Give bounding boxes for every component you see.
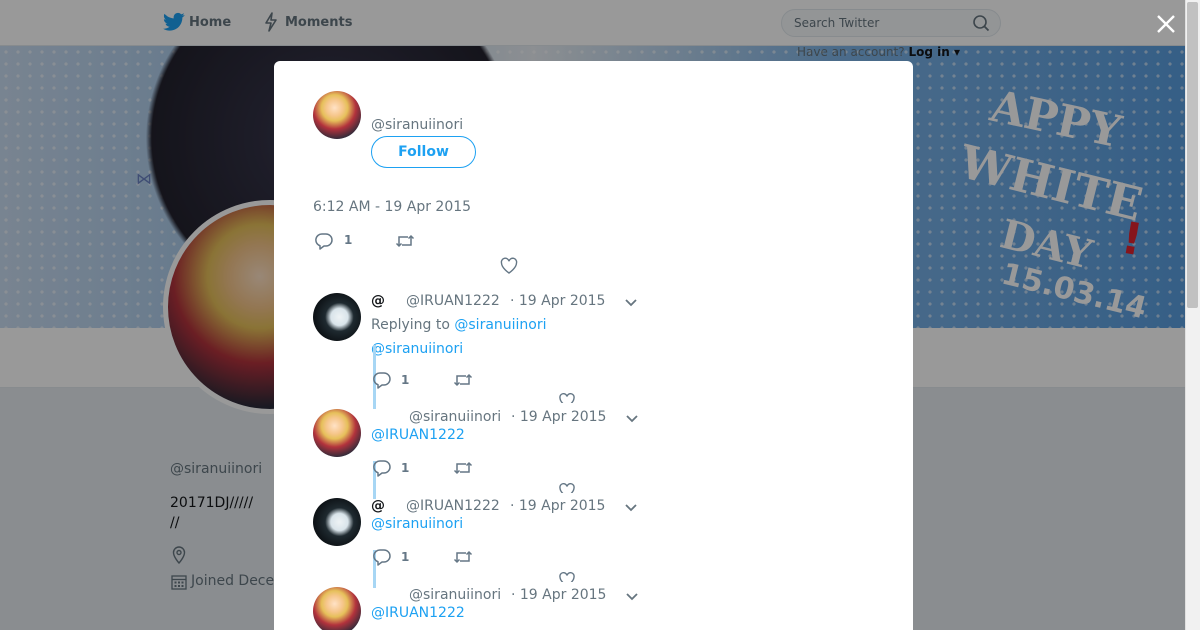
reply-tweet[interactable]: @siranuiinori · 19 Apr 2015 @IRUAN1222 bbox=[313, 587, 873, 630]
tweet-author-avatar[interactable] bbox=[313, 91, 361, 139]
chevron-down-icon[interactable] bbox=[625, 413, 639, 425]
reply-count: 1 bbox=[401, 550, 410, 564]
reply-tweet[interactable]: @ @IRUAN1222 · 19 Apr 2015 Replying to @… bbox=[313, 293, 873, 409]
tweet-modal: @siranuiinori Follow 6:12 AM - 19 Apr 20… bbox=[274, 61, 913, 630]
tweet-author-handle[interactable]: @siranuiinori bbox=[371, 117, 463, 133]
reply-text[interactable]: @siranuiinori bbox=[371, 516, 463, 532]
reply-avatar[interactable] bbox=[313, 409, 361, 457]
reply-avatar[interactable] bbox=[313, 293, 361, 341]
reply-display-name[interactable]: @ bbox=[371, 293, 385, 309]
heart-icon[interactable] bbox=[559, 572, 575, 582]
reply-tweet[interactable]: @ @IRUAN1222 · 19 Apr 2015 @siranuiinori… bbox=[313, 498, 873, 588]
reply-date[interactable]: · 19 Apr 2015 bbox=[510, 498, 605, 514]
reply-icon[interactable] bbox=[373, 459, 391, 477]
reply-date[interactable]: · 19 Apr 2015 bbox=[511, 587, 606, 603]
reply-date[interactable]: · 19 Apr 2015 bbox=[510, 293, 605, 309]
replying-to-prefix: Replying to bbox=[371, 317, 450, 333]
tweet-timestamp[interactable]: 6:12 AM - 19 Apr 2015 bbox=[313, 199, 471, 215]
reply-handle[interactable]: @IRUAN1222 bbox=[406, 498, 500, 514]
reply-count: 1 bbox=[344, 233, 353, 247]
retweet-icon[interactable] bbox=[453, 459, 473, 477]
reply-icon[interactable] bbox=[373, 548, 391, 566]
reply-icon[interactable] bbox=[315, 232, 333, 250]
reply-handle[interactable]: @IRUAN1222 bbox=[406, 293, 500, 309]
reply-handle[interactable]: @siranuiinori bbox=[409, 409, 501, 425]
reply-count: 1 bbox=[401, 461, 410, 475]
reply-handle[interactable]: @siranuiinori bbox=[409, 587, 501, 603]
reply-avatar[interactable] bbox=[313, 587, 361, 630]
heart-icon[interactable] bbox=[559, 393, 575, 403]
reply-text[interactable]: @siranuiinori bbox=[371, 341, 463, 357]
retweet-icon[interactable] bbox=[453, 548, 473, 566]
follow-button[interactable]: Follow bbox=[371, 136, 476, 168]
reply-display-name[interactable]: @ bbox=[371, 498, 385, 514]
heart-icon[interactable] bbox=[559, 483, 575, 493]
chevron-down-icon[interactable] bbox=[624, 502, 638, 514]
reply-text[interactable]: @IRUAN1222 bbox=[371, 605, 465, 621]
reply-tweet[interactable]: @siranuiinori · 19 Apr 2015 @IRUAN1222 1 bbox=[313, 409, 873, 499]
chevron-down-icon[interactable] bbox=[625, 591, 639, 603]
retweet-icon[interactable] bbox=[395, 232, 415, 250]
reply-date[interactable]: · 19 Apr 2015 bbox=[511, 409, 606, 425]
reply-text[interactable]: @IRUAN1222 bbox=[371, 427, 465, 443]
reply-icon[interactable] bbox=[373, 371, 391, 389]
heart-icon[interactable] bbox=[500, 257, 518, 275]
reply-avatar[interactable] bbox=[313, 498, 361, 546]
close-icon[interactable] bbox=[1154, 12, 1178, 36]
retweet-icon[interactable] bbox=[453, 371, 473, 389]
replying-to: Replying to @siranuiinori bbox=[371, 317, 547, 333]
reply-count: 1 bbox=[401, 373, 410, 387]
chevron-down-icon[interactable] bbox=[624, 297, 638, 309]
replying-to-handle[interactable]: @siranuiinori bbox=[454, 317, 546, 333]
scrollbar-thumb[interactable] bbox=[1187, 2, 1198, 308]
